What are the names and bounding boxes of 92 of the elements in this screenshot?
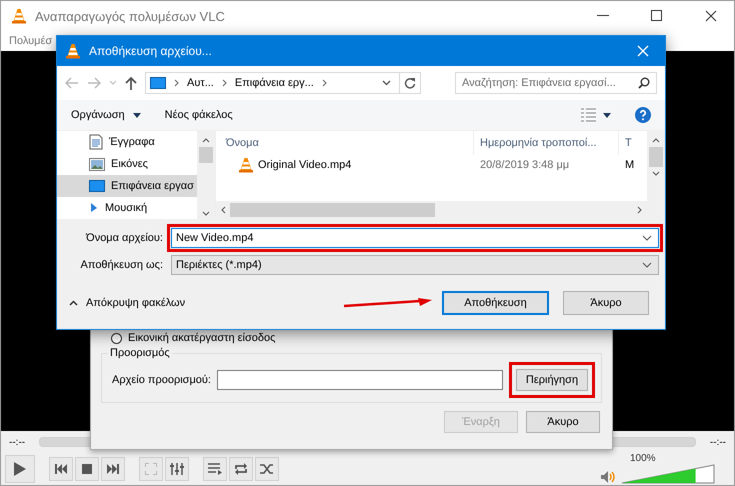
sliders-icon bbox=[170, 463, 184, 475]
scroll-down-icon bbox=[652, 171, 660, 177]
scroll-down-icon bbox=[202, 211, 210, 217]
save-button[interactable]: Αποθήκευση bbox=[442, 291, 549, 315]
previous-button[interactable] bbox=[49, 457, 73, 481]
remaining-time: --:-- bbox=[710, 436, 726, 448]
help-icon[interactable] bbox=[635, 107, 651, 123]
breadcrumb[interactable]: Αυτ... bbox=[187, 77, 214, 89]
organize-menu[interactable]: Οργάνωση bbox=[71, 109, 141, 121]
search-field[interactable]: Αναζήτηση: Επιφάνεια εργασί... bbox=[455, 72, 657, 94]
play-icon bbox=[13, 461, 27, 477]
shuffle-icon bbox=[260, 463, 274, 475]
cone-icon bbox=[238, 157, 254, 173]
desktop-icon bbox=[89, 180, 105, 192]
scrollbar[interactable] bbox=[647, 131, 665, 201]
previous-icon bbox=[54, 464, 68, 474]
hide-folders-toggle[interactable]: Απόκρυψη φακέλων bbox=[69, 297, 186, 309]
browse-button[interactable]: Περιήγηση bbox=[516, 369, 588, 391]
equalizer-button[interactable] bbox=[165, 457, 189, 481]
chevron-icon bbox=[322, 79, 327, 87]
up-arrow-icon[interactable] bbox=[125, 76, 137, 90]
caret-icon[interactable] bbox=[603, 112, 611, 118]
address-bar[interactable]: Αυτ... Επιφάνεια εργ... bbox=[145, 72, 421, 94]
nav-item[interactable]: Επιφάνεια εργασ bbox=[57, 175, 197, 197]
window-title: Αναπαραγωγός πολυμέσων VLC bbox=[35, 8, 226, 24]
nav-item[interactable]: Μουσική bbox=[57, 197, 197, 219]
breadcrumb[interactable]: Επιφάνεια εργ... bbox=[234, 77, 314, 89]
scroll-right-icon bbox=[637, 206, 643, 214]
file-type-dropdown[interactable]: Περιέκτες (*.mp4) bbox=[171, 255, 659, 275]
refresh-icon bbox=[404, 77, 416, 89]
chevron-up-icon bbox=[69, 300, 78, 306]
cancel-button[interactable]: Άκυρο bbox=[526, 411, 600, 433]
shuffle-button[interactable] bbox=[255, 457, 279, 481]
scroll-up-icon bbox=[202, 137, 210, 143]
playlist-icon bbox=[208, 463, 222, 475]
group-title: Προορισμός bbox=[108, 347, 172, 359]
speaker-icon[interactable] bbox=[600, 470, 616, 484]
next-button[interactable] bbox=[101, 457, 125, 481]
vlc-logo-icon bbox=[65, 43, 81, 59]
stop-button[interactable] bbox=[75, 457, 99, 481]
scroll-up-icon bbox=[652, 137, 660, 143]
chevron-icon bbox=[222, 79, 227, 87]
vlc-logo-icon bbox=[11, 8, 27, 24]
document-icon bbox=[89, 134, 103, 150]
radio-button[interactable] bbox=[111, 332, 122, 344]
picture-icon bbox=[89, 158, 105, 170]
loop-button[interactable] bbox=[229, 457, 253, 481]
scrollbar-thumb[interactable] bbox=[649, 147, 663, 167]
dropdown-icon bbox=[642, 262, 652, 268]
field-label: Αρχείο προορισμού: bbox=[112, 374, 211, 386]
stop-icon bbox=[82, 464, 92, 474]
next-icon bbox=[106, 464, 120, 474]
table-cell-text: Μ bbox=[624, 158, 634, 173]
dropdown-icon bbox=[642, 235, 652, 241]
dropdown-icon[interactable] bbox=[382, 80, 391, 86]
scroll-left-icon bbox=[220, 206, 226, 214]
view-options-icon[interactable] bbox=[581, 108, 597, 122]
minimize-icon bbox=[597, 15, 609, 17]
field-label: Αποθήκευση ως: bbox=[80, 259, 164, 271]
destination-field[interactable] bbox=[217, 370, 503, 390]
column-header[interactable]: Ημερομηνία τροποποί... bbox=[474, 131, 619, 155]
fullscreen-icon bbox=[145, 463, 157, 475]
file-name-field[interactable]: New Video.mp4 bbox=[171, 228, 659, 248]
column-header[interactable]: Τ bbox=[619, 131, 632, 155]
date-cell-text: 20/8/2019 3:48 μμ bbox=[479, 158, 570, 173]
volume-reading: 100% bbox=[630, 454, 656, 464]
playlist-button[interactable] bbox=[203, 457, 227, 481]
dialog-title: Αποθήκευση αρχείου... bbox=[89, 44, 213, 58]
nav-item[interactable]: Έγγραφα bbox=[57, 131, 197, 153]
scrollbar-thumb[interactable] bbox=[199, 147, 213, 163]
field-label: Όνομα αρχείου: bbox=[84, 232, 164, 244]
radio-label: Εικονική ακατέργαστη είσοδος bbox=[128, 332, 276, 344]
scrollbar-thumb[interactable] bbox=[230, 203, 435, 217]
volume-slider[interactable] bbox=[620, 464, 716, 484]
loop-icon bbox=[234, 463, 248, 475]
close-icon bbox=[637, 45, 649, 57]
music-icon bbox=[89, 203, 99, 213]
nav-item[interactable]: Εικόνες bbox=[57, 153, 197, 175]
new-folder-button[interactable]: Νέος φάκελος bbox=[164, 109, 233, 121]
elapsed-time: --:-- bbox=[9, 436, 26, 448]
desktop-icon bbox=[150, 77, 166, 89]
chevron-icon bbox=[174, 79, 179, 87]
play-button[interactable] bbox=[5, 455, 35, 483]
menu-item[interactable]: Πολυμέσ bbox=[9, 35, 52, 47]
cancel-button[interactable]: Άκυρο bbox=[563, 291, 649, 315]
file-name-cell[interactable]: Original Video.mp4 bbox=[216, 155, 474, 175]
maximize-icon bbox=[651, 10, 663, 22]
caret-icon bbox=[132, 112, 141, 118]
close-icon bbox=[705, 10, 717, 22]
scrollbar[interactable] bbox=[197, 131, 215, 219]
column-header[interactable]: Όνομα bbox=[216, 131, 474, 155]
search-icon bbox=[638, 77, 650, 89]
